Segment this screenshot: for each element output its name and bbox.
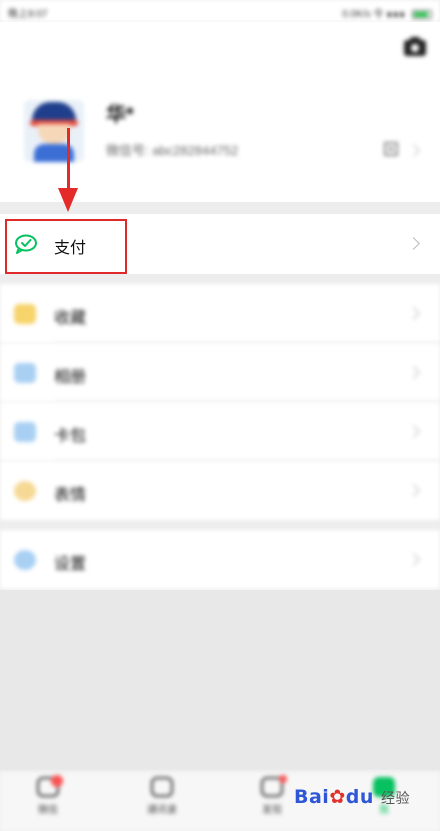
status-indicators: 0.0K/s 令 ∎∎∎ — [342, 5, 432, 20]
chevron-right-icon — [407, 484, 420, 497]
sticker-icon — [14, 481, 36, 501]
menu-item-favorites[interactable]: 收藏 — [0, 284, 440, 343]
menu-item-favorites-label: 收藏 — [54, 310, 87, 327]
chevron-right-icon — [407, 237, 420, 250]
avatar-face — [38, 124, 70, 144]
chevron-right-icon — [407, 553, 420, 566]
menu-item-settings-label: 设置 — [54, 556, 87, 573]
tab-contacts[interactable]: 通讯录 — [122, 777, 202, 816]
watermark: Bai✿du 经验 — [294, 786, 410, 808]
status-network: 0.0K/s 令 ∎∎∎ — [342, 9, 406, 20]
chevron-right-icon — [407, 366, 420, 379]
wechat-id: 微信号: abc282844752 — [106, 143, 239, 158]
discover-icon — [261, 775, 287, 797]
watermark-brand-suffix: du — [345, 786, 374, 808]
status-bar: 晚上9:07 0.0K/s 令 ∎∎∎ — [0, 0, 440, 22]
chevron-right-icon — [407, 425, 420, 438]
chevron-right-icon — [407, 307, 420, 320]
empty-area — [0, 590, 440, 770]
profile-chevron-icon — [407, 144, 420, 157]
tab-chats-label: 微信 — [38, 805, 58, 816]
favorites-icon — [14, 304, 36, 324]
card-wallet-icon — [14, 422, 36, 442]
tab-chats[interactable]: 微信 — [8, 775, 88, 816]
menu-item-album[interactable]: 相册 — [0, 343, 440, 402]
unread-badge — [51, 775, 63, 787]
battery-icon — [412, 9, 432, 19]
tab-discover-label: 发现 — [262, 805, 282, 816]
discover-dot-badge — [279, 775, 287, 783]
annotation-arrow-shaft — [67, 128, 70, 192]
profile-card[interactable]: 华* 微信号: abc282844752 — [0, 22, 440, 202]
menu-item-stickers-label: 表情 — [54, 487, 87, 504]
menu-item-cards-label: 卡包 — [54, 428, 87, 445]
avatar[interactable] — [24, 100, 84, 162]
menu-item-album-label: 相册 — [54, 369, 87, 386]
watermark-paw-icon: ✿ — [329, 786, 346, 808]
watermark-brand: Bai — [293, 786, 330, 808]
status-time: 晚上9:07 — [8, 9, 48, 20]
nickname: 华* — [106, 104, 134, 126]
qr-code-icon[interactable] — [384, 142, 398, 156]
camera-icon[interactable] — [404, 37, 426, 56]
menu-item-stickers[interactable]: 表情 — [0, 461, 440, 520]
tab-contacts-label: 通讯录 — [147, 805, 177, 816]
menu-item-settings[interactable]: 设置 — [0, 530, 440, 589]
annotation-highlight-box — [5, 219, 127, 274]
watermark-sub: 经验 — [381, 791, 410, 807]
chat-icon — [37, 775, 63, 797]
album-icon — [14, 363, 36, 383]
contacts-icon — [151, 777, 173, 797]
settings-icon — [14, 550, 36, 570]
menu-item-cards[interactable]: 卡包 — [0, 402, 440, 461]
annotation-arrow-head — [58, 188, 78, 212]
